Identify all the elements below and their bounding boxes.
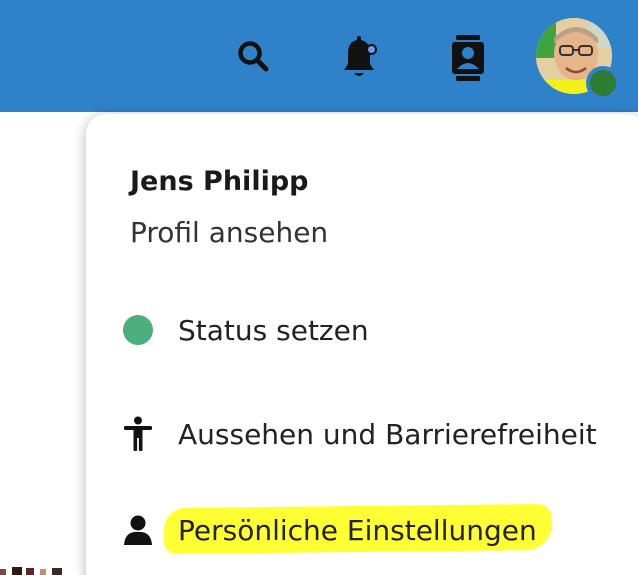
menu-item-appearance[interactable]: Aussehen und Barrierefreiheit [116,404,626,464]
background-image-fragment [0,567,62,575]
user-avatar-button[interactable] [536,18,620,102]
user-icon [116,508,160,552]
contacts-icon [452,35,484,81]
view-profile-link[interactable]: Profil ansehen [130,216,328,249]
user-name: Jens Philipp [130,166,309,197]
status-online-dot-icon [116,308,160,352]
menu-item-status[interactable]: Status setzen [116,300,626,360]
app-screen: Jens Philipp Profil ansehen Status setze… [0,0,638,575]
menu-item-label: Status setzen [178,313,369,347]
app-header [0,0,638,112]
avatar-status-indicator [586,66,620,100]
search-button[interactable] [226,30,282,86]
search-icon [238,41,269,72]
menu-item-personal-settings[interactable]: Persönliche Einstellungen [116,500,626,560]
notification-badge [366,44,377,55]
menu-item-label: Aussehen und Barrierefreiheit [178,417,597,451]
contacts-button[interactable] [440,30,496,86]
notifications-button[interactable] [331,30,387,86]
accessibility-icon [116,412,160,456]
menu-item-label: Persönliche Einstellungen [178,513,537,547]
bell-icon [344,36,374,76]
